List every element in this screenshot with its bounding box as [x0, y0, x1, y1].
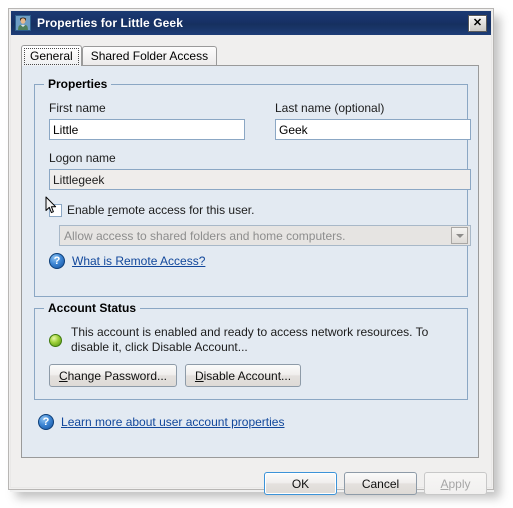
- change-password-accelerator: C: [58, 368, 68, 383]
- last-name-label: Last name (optional): [275, 101, 385, 115]
- tab-strip: General Shared Folder Access: [21, 45, 218, 66]
- help-question-icon: ?: [38, 414, 54, 430]
- change-password-button[interactable]: Change Password...: [49, 364, 177, 387]
- properties-dialog: Properties for Little Geek ✕ General Sha…: [8, 8, 494, 495]
- cancel-button[interactable]: Cancel: [344, 472, 417, 495]
- title-bar[interactable]: Properties for Little Geek ✕: [11, 11, 491, 35]
- apply-rest: pply: [448, 476, 471, 491]
- tab-shared-folder-access[interactable]: Shared Folder Access: [81, 46, 218, 65]
- dialog-client-area: General Shared Folder Access Properties …: [11, 35, 491, 495]
- remote-access-dropdown[interactable]: Allow access to shared folders and home …: [59, 225, 471, 246]
- enable-remote-access-row[interactable]: Enable remote access for this user.: [49, 203, 254, 217]
- properties-group: Properties First name Last name (optiona…: [34, 77, 471, 297]
- logon-name-label: Logon name: [49, 151, 116, 165]
- account-enabled-icon: [49, 334, 62, 347]
- remote-help-accelerator: W: [72, 254, 84, 268]
- apply-accelerator: A: [440, 476, 449, 491]
- disable-account-accelerator: D: [194, 368, 204, 383]
- enable-remote-suffix: emote access for this user.: [111, 203, 255, 217]
- chevron-down-glyph: [455, 233, 464, 238]
- tab-page-general: Properties First name Last name (optiona…: [21, 65, 479, 458]
- remote-help-rest: hat is Remote Access?: [83, 254, 206, 268]
- logon-name-input[interactable]: [49, 169, 471, 190]
- account-status-text: This account is enabled and ready to acc…: [71, 325, 429, 354]
- what-is-remote-access-link[interactable]: What is Remote Access?: [72, 254, 205, 268]
- help-question-icon: ?: [49, 253, 65, 269]
- remote-access-dropdown-value: Allow access to shared folders and home …: [64, 228, 346, 243]
- change-password-rest: hange Password...: [67, 368, 168, 383]
- what-is-remote-access-row[interactable]: ? What is Remote Access?: [49, 253, 205, 269]
- tab-general[interactable]: General: [21, 45, 82, 66]
- learn-more-accelerator: L: [61, 415, 68, 429]
- learn-more-row[interactable]: ? Learn more about user account properti…: [38, 414, 284, 430]
- enable-remote-access-checkbox[interactable]: [49, 203, 62, 217]
- tab-shared-folder-access-label: Shared Folder Access: [90, 49, 209, 63]
- learn-more-link[interactable]: Learn more about user account properties: [61, 415, 284, 429]
- last-name-input[interactable]: [275, 119, 471, 140]
- ok-button[interactable]: OK: [264, 472, 337, 495]
- ok-button-label: OK: [291, 476, 310, 491]
- account-status-group: Account Status This account is enabled a…: [34, 301, 468, 400]
- enable-remote-access-label: Enable remote access for this user.: [67, 203, 254, 217]
- window-title: Properties for Little Geek: [37, 16, 183, 30]
- apply-button: Apply: [424, 472, 487, 495]
- first-name-label: First name: [49, 101, 106, 115]
- learn-more-rest: earn more about user account properties: [67, 415, 285, 429]
- apply-button-label: Apply: [440, 477, 470, 491]
- account-status-group-title: Account Status: [44, 301, 141, 315]
- properties-group-title: Properties: [44, 77, 112, 91]
- desktop-background: Properties for Little Geek ✕ General Sha…: [0, 0, 513, 508]
- disable-account-rest: isable Account...: [203, 368, 292, 383]
- change-password-label: Change Password...: [59, 369, 167, 383]
- footer-separator: [11, 463, 491, 464]
- close-icon[interactable]: ✕: [468, 14, 487, 32]
- cancel-button-label: Cancel: [361, 476, 400, 491]
- disable-account-label: Disable Account...: [195, 369, 291, 383]
- user-icon: [15, 15, 31, 31]
- chevron-down-icon[interactable]: [451, 227, 468, 244]
- tab-general-label: General: [30, 49, 73, 63]
- first-name-input[interactable]: [49, 119, 245, 140]
- disable-account-button[interactable]: Disable Account...: [185, 364, 301, 387]
- enable-remote-prefix: Enable: [67, 203, 108, 217]
